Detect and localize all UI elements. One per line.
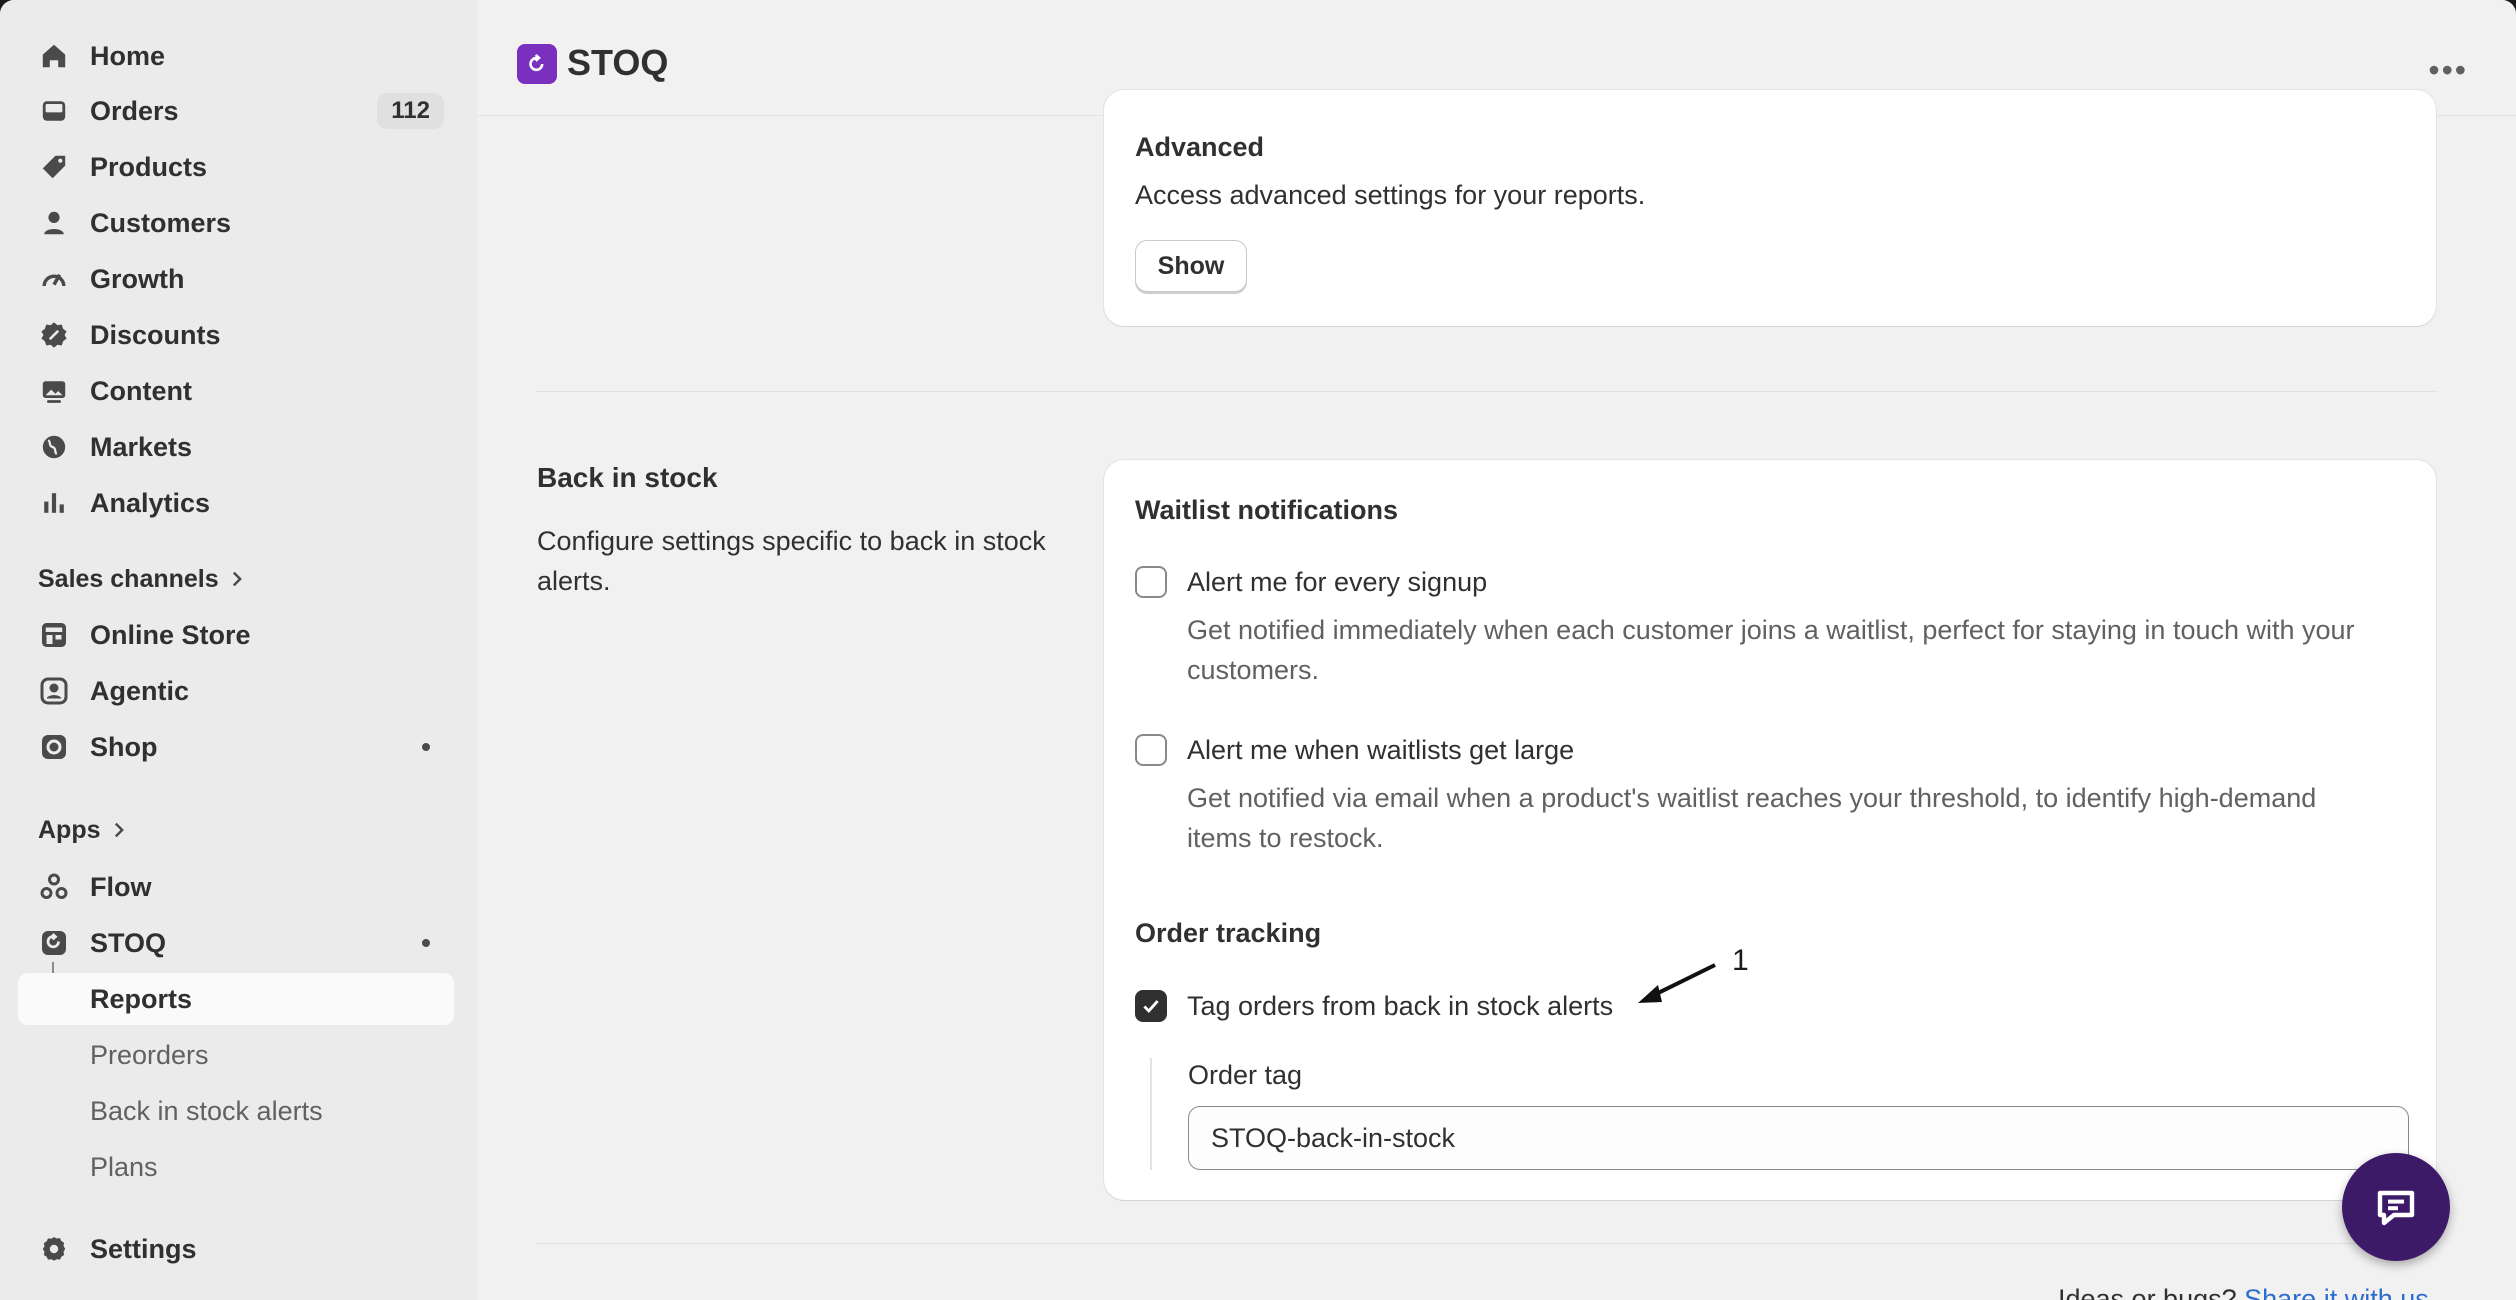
sidebar-item-products[interactable]: Products [18,141,454,193]
sidebar-item-preorders[interactable]: Preorders [18,1029,454,1081]
alert-every-signup-label[interactable]: Alert me for every signup [1187,567,1487,598]
gear-icon [38,1233,70,1265]
inbox-icon [38,95,70,127]
annotation-number: 1 [1732,944,1749,977]
show-advanced-button[interactable]: Show [1135,240,1247,292]
sidebar-item-analytics[interactable]: Analytics [18,477,454,529]
alert-every-signup-checkbox[interactable] [1135,566,1167,598]
sidebar-item-label: Analytics [90,487,211,518]
alert-large-waitlist-help: Get notified via email when a product's … [1187,783,2317,853]
sidebar-item-label: Shop [90,731,158,762]
back-in-stock-description: Configure settings specific to back in s… [537,526,1046,596]
advanced-card: Advanced Access advanced settings for yo… [1104,90,2436,326]
sidebar-item-label: Growth [90,263,185,294]
sidebar-item-label: STOQ [90,927,167,958]
sidebar-item-label: Online Store [90,619,251,650]
more-actions-icon[interactable]: ••• [2428,52,2468,89]
flow-icon [38,871,70,903]
gauge-icon [38,263,70,295]
advanced-title: Advanced [1135,132,1265,162]
sidebar-item-label: Products [90,151,208,182]
stoq-icon [38,927,70,959]
orders-count-badge: 112 [377,93,444,129]
status-dot [422,939,430,947]
sidebar-item-reports[interactable]: Reports [18,973,454,1025]
sidebar-item-label: Preorders [90,1039,209,1070]
sidebar-item-label: Content [90,375,192,406]
stoq-logo-icon [517,44,557,84]
sidebar-item-agentic[interactable]: Agentic [18,665,454,717]
chevron-right-icon [229,565,245,594]
sidebar-item-label: Markets [90,431,193,462]
order-tag-label: Order tag [1188,1060,1303,1090]
agentic-icon [38,675,70,707]
sidebar-item-label: Flow [90,871,152,902]
tag-icon [38,151,70,183]
discount-icon [38,319,70,351]
alert-every-signup-help: Get notified immediately when each custo… [1187,615,2355,685]
home-icon [38,40,70,72]
share-feedback-link[interactable]: Share it with us [2244,1284,2429,1300]
sidebar: Home Orders 112 Products Customers Growt… [0,0,477,1300]
bar-chart-icon [38,487,70,519]
sidebar-item-discounts[interactable]: Discounts [18,309,454,361]
sidebar-item-markets[interactable]: Markets [18,421,454,473]
checkmark-icon [1143,1000,1159,1014]
sidebar-item-settings[interactable]: Settings [18,1223,454,1275]
sidebar-item-shop[interactable]: Shop [18,721,454,773]
sidebar-item-plans[interactable]: Plans [18,1141,454,1193]
feedback-footer: Ideas or bugs? Share it with us [2058,1284,2429,1300]
annotation-arrow-icon [1638,963,1716,1003]
back-in-stock-title: Back in stock [537,462,718,493]
sidebar-item-stoq[interactable]: STOQ [18,917,454,969]
status-dot [422,743,430,751]
shop-icon [38,731,70,763]
waitlist-heading: Waitlist notifications [1135,495,1398,525]
section-divider [537,1243,2438,1244]
chevron-right-icon [111,816,127,845]
tag-orders-checkbox[interactable] [1135,990,1167,1022]
sidebar-item-flow[interactable]: Flow [18,861,454,913]
tag-orders-label[interactable]: Tag orders from back in stock alerts [1187,991,1613,1022]
sidebar-item-online-store[interactable]: Online Store [18,609,454,661]
section-divider [537,391,2438,392]
advanced-description: Access advanced settings for your report… [1135,180,1646,210]
sidebar-item-label: Settings [90,1233,197,1264]
apps-heading[interactable]: Apps [38,816,127,845]
sidebar-item-label: Plans [90,1151,158,1182]
sidebar-item-label: Back in stock alerts [90,1095,323,1126]
sidebar-item-home[interactable]: Home [18,30,454,82]
sales-channels-heading[interactable]: Sales channels [38,565,245,594]
chat-support-button[interactable] [2342,1153,2450,1261]
globe-icon [38,431,70,463]
app-window: Home Orders 112 Products Customers Growt… [0,0,2516,1300]
app-title: STOQ [567,42,669,83]
store-icon [38,619,70,651]
image-icon [38,375,70,407]
order-tracking-heading: Order tracking [1135,918,1322,948]
sidebar-item-content[interactable]: Content [18,365,454,417]
order-tag-input[interactable] [1188,1106,2409,1170]
sidebar-item-label: Discounts [90,319,221,350]
back-in-stock-card: Waitlist notifications Alert me for ever… [1104,460,2436,1200]
person-icon [38,207,70,239]
sidebar-item-back-in-stock-alerts[interactable]: Back in stock alerts [18,1085,454,1137]
alert-large-waitlist-checkbox[interactable] [1135,734,1167,766]
sidebar-item-label: Agentic [90,675,190,706]
chat-bubble-icon [2377,1190,2415,1226]
sidebar-item-customers[interactable]: Customers [18,197,454,249]
sidebar-item-label: Customers [90,207,232,238]
alert-large-waitlist-label[interactable]: Alert me when waitlists get large [1187,735,1574,766]
sidebar-item-orders[interactable]: Orders 112 [18,85,454,137]
sidebar-item-label: Home [90,40,166,71]
sidebar-item-growth[interactable]: Growth [18,253,454,305]
sidebar-item-label: Reports [90,983,193,1014]
indent-guide [1150,1058,1152,1170]
sidebar-item-label: Orders [90,95,179,126]
